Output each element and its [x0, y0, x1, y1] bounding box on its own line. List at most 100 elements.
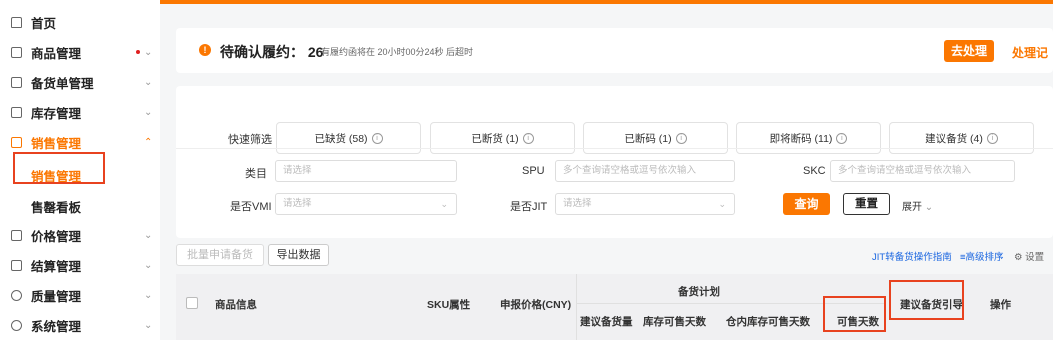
chevron-down-icon: ⌄	[144, 106, 153, 118]
chevron-up-icon: ⌃	[144, 136, 153, 148]
sidebar-item-pricing[interactable]: 价格管理 ⌄	[0, 220, 160, 250]
filter-divider	[176, 148, 1053, 149]
skc-input[interactable]: 多个查询请空格或逗号依次输入	[830, 160, 1015, 182]
sidebar-subitem-sellout-board[interactable]: 售罄看板	[0, 190, 160, 218]
query-button[interactable]: 查询	[783, 193, 830, 215]
header-stock-days: 库存可售天数	[643, 316, 706, 328]
quick-filter-nearly-size-broken[interactable]: 即将断码 (11) i	[736, 122, 881, 154]
shield-icon	[11, 289, 22, 301]
quick-filter-suggest-stock[interactable]: 建议备货 (4) i	[889, 122, 1034, 154]
select-all-checkbox[interactable]	[186, 297, 198, 309]
header-product-info: 商品信息	[215, 299, 257, 311]
category-select[interactable]: 请选择	[275, 160, 457, 182]
export-data-button[interactable]: 导出数据	[268, 244, 329, 266]
column-divider	[576, 274, 577, 340]
wallet-icon	[11, 259, 22, 271]
home-icon	[11, 16, 22, 28]
chevron-down-icon: ⌄	[144, 259, 153, 271]
process-record-link[interactable]: 处理记	[1012, 44, 1048, 61]
document-icon	[11, 76, 22, 88]
chip-label: 建议备货 (4)	[925, 132, 983, 145]
chevron-down-icon: ⌄	[144, 76, 153, 88]
quick-filter-sold-out[interactable]: 已断货 (1) i	[430, 122, 575, 154]
chip-label: 已断码 (1)	[624, 132, 672, 145]
notice-subtitle: 有履约函将在 20小时00分24秒 后超时	[321, 47, 474, 57]
gear-icon	[11, 319, 22, 331]
batch-stock-request-button[interactable]: 批量申请备货	[176, 244, 264, 266]
header-warehouse-days: 仓内库存可售天数	[726, 316, 810, 328]
category-placeholder: 请选择	[283, 165, 312, 176]
header-action: 操作	[990, 299, 1011, 311]
box-icon	[11, 46, 22, 58]
jit-label: 是否JIT	[510, 201, 548, 213]
skc-placeholder: 多个查询请空格或逗号依次输入	[838, 165, 972, 176]
top-accent-line	[160, 0, 1053, 4]
sidebar-item-label: 质量管理	[31, 289, 82, 304]
warehouse-icon	[11, 106, 22, 118]
expand-link[interactable]: 展开 ⌄	[902, 198, 933, 213]
gear-icon: ⚙	[1014, 252, 1023, 263]
chevron-down-icon: ⌄	[440, 199, 448, 209]
quick-filter-size-broken[interactable]: 已断码 (1) i	[583, 122, 728, 154]
header-price: 申报价格(CNY)	[500, 299, 572, 311]
header-stock-plan: 备货计划	[678, 286, 720, 298]
settings-link[interactable]: ⚙ 设置	[1014, 249, 1044, 263]
highlight-box-suggest-guide	[889, 280, 964, 320]
chevron-down-icon: ⌄	[924, 202, 934, 213]
info-icon: i	[371, 132, 383, 144]
jit-guide-link[interactable]: JIT转备货操作指南	[872, 249, 952, 263]
sidebar-item-label: 系统管理	[31, 319, 82, 334]
chip-label: 已断货 (1)	[471, 132, 519, 145]
chevron-down-icon: ⌄	[144, 319, 153, 331]
highlight-box-sales-management	[13, 152, 105, 184]
sidebar-item-label: 首页	[31, 16, 57, 31]
sidebar-item-products[interactable]: 商品管理 ⌄	[0, 37, 160, 67]
chevron-down-icon: ⌄	[718, 199, 726, 209]
pending-fulfillment-notice: ! 待确认履约： 26 有履约函将在 20小时00分24秒 后超时 去处理 处理…	[176, 28, 1053, 73]
spu-input[interactable]: 多个查询请空格或逗号依次输入	[555, 160, 735, 182]
advanced-sort-label: 高级排序	[965, 252, 1004, 263]
quick-filter-out-of-stock[interactable]: 已缺货 (58) i	[276, 122, 421, 154]
sidebar-item-home[interactable]: 首页	[0, 7, 160, 37]
sidebar-item-label: 商品管理	[31, 46, 82, 61]
vmi-select[interactable]: 请选择 ⌄	[275, 193, 457, 215]
chevron-down-icon: ⌄	[144, 289, 153, 301]
notice-title: 待确认履约：	[220, 44, 304, 60]
sidebar-item-label: 库存管理	[31, 106, 82, 121]
settings-label: 设置	[1025, 252, 1045, 263]
sidebar-subitem-label: 售罄看板	[31, 201, 82, 215]
spu-label: SPU	[522, 165, 545, 177]
quick-filter-label: 快速筛选	[228, 134, 272, 146]
sidebar-item-label: 销售管理	[31, 136, 82, 151]
highlight-box-sellable-days	[823, 296, 886, 332]
spu-placeholder: 多个查询请空格或逗号依次输入	[563, 165, 697, 176]
price-icon	[11, 229, 22, 241]
jit-placeholder: 请选择	[563, 198, 592, 209]
chevron-down-icon: ⌄	[144, 46, 153, 58]
skc-label: SKC	[803, 165, 826, 177]
sidebar-item-label: 备货单管理	[31, 76, 94, 91]
warning-icon: !	[199, 44, 211, 56]
sidebar-item-inventory[interactable]: 库存管理 ⌄	[0, 97, 160, 127]
chip-label: 即将断码 (11)	[769, 132, 833, 145]
expand-link-label: 展开	[902, 202, 922, 213]
sidebar-item-label: 价格管理	[31, 229, 82, 244]
chart-icon	[11, 136, 22, 148]
header-sku-attr: SKU属性	[427, 299, 471, 311]
process-button[interactable]: 去处理	[944, 40, 994, 62]
vmi-label: 是否VMI	[230, 201, 272, 213]
info-icon: i	[986, 132, 998, 144]
info-icon: i	[675, 132, 687, 144]
sidebar-item-stock-orders[interactable]: 备货单管理 ⌄	[0, 67, 160, 97]
sidebar-item-system[interactable]: 系统管理 ⌄	[0, 310, 160, 340]
reset-button[interactable]: 重置	[843, 193, 890, 215]
jit-select[interactable]: 请选择 ⌄	[555, 193, 735, 215]
advanced-sort-link[interactable]: ≡高级排序	[960, 249, 1004, 263]
notification-dot	[136, 50, 140, 54]
header-suggest-qty: 建议备货量	[580, 316, 633, 328]
category-label: 类目	[245, 168, 267, 180]
sidebar-item-settlement[interactable]: 结算管理 ⌄	[0, 250, 160, 280]
info-icon: i	[836, 132, 848, 144]
sidebar-item-quality[interactable]: 质量管理 ⌄	[0, 280, 160, 310]
chevron-down-icon: ⌄	[144, 229, 153, 241]
